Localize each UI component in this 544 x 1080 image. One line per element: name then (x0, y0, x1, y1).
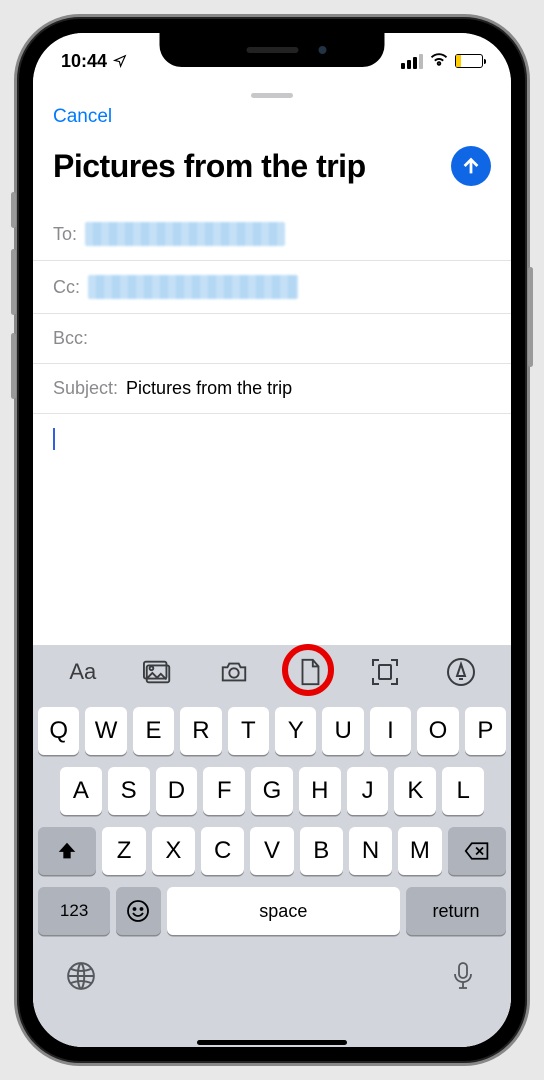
send-button[interactable] (451, 146, 491, 186)
cc-value-redacted (88, 275, 298, 299)
to-value-redacted (85, 222, 285, 246)
notch (160, 33, 385, 67)
photos-button[interactable] (132, 650, 184, 694)
key-e[interactable]: E (133, 707, 174, 755)
key-f[interactable]: F (203, 767, 245, 815)
key-h[interactable]: H (299, 767, 341, 815)
key-v[interactable]: V (250, 827, 293, 875)
status-time: 10:44 (61, 51, 107, 72)
space-key[interactable]: space (167, 887, 400, 935)
mute-switch (11, 192, 16, 228)
cc-field[interactable]: Cc: (33, 261, 511, 314)
subject-label: Subject: (53, 378, 118, 399)
battery-icon (455, 54, 483, 68)
key-s[interactable]: S (108, 767, 150, 815)
keyboard-row-2: A S D F G H J K L (38, 767, 506, 815)
return-key[interactable]: return (406, 887, 506, 935)
key-c[interactable]: C (201, 827, 244, 875)
compose-title: Pictures from the trip (53, 148, 366, 185)
to-field[interactable]: To: (33, 208, 511, 261)
cc-label: Cc: (53, 277, 80, 298)
key-n[interactable]: N (349, 827, 392, 875)
keyboard-bottom-row (38, 947, 506, 1009)
to-label: To: (53, 224, 77, 245)
phone-frame: 10:44 Cancel Pictures from the trip (14, 14, 530, 1066)
dictation-key[interactable] (448, 961, 478, 996)
key-w[interactable]: W (85, 707, 126, 755)
cellular-icon (401, 54, 423, 69)
keyboard-row-3: Z X C V B N M (38, 827, 506, 875)
keyboard-row-4: 123 space return (38, 887, 506, 935)
volume-up-button (11, 249, 16, 315)
delete-key[interactable] (448, 827, 506, 875)
keyboard-accessory-bar: Aa (33, 645, 511, 699)
bcc-label: Bcc: (53, 328, 88, 349)
volume-down-button (11, 333, 16, 399)
message-body[interactable] (33, 414, 511, 464)
subject-value: Pictures from the trip (126, 378, 292, 399)
scan-document-button[interactable] (359, 650, 411, 694)
home-indicator[interactable] (197, 1040, 347, 1045)
key-k[interactable]: K (394, 767, 436, 815)
screen: 10:44 Cancel Pictures from the trip (33, 33, 511, 1047)
key-x[interactable]: X (152, 827, 195, 875)
key-g[interactable]: G (251, 767, 293, 815)
key-m[interactable]: M (398, 827, 441, 875)
key-o[interactable]: O (417, 707, 458, 755)
key-i[interactable]: I (370, 707, 411, 755)
key-b[interactable]: B (300, 827, 343, 875)
key-q[interactable]: Q (38, 707, 79, 755)
key-j[interactable]: J (347, 767, 389, 815)
key-t[interactable]: T (228, 707, 269, 755)
format-button[interactable]: Aa (57, 650, 109, 694)
key-u[interactable]: U (322, 707, 363, 755)
camera-button[interactable] (208, 650, 260, 694)
globe-key[interactable] (66, 961, 96, 996)
key-l[interactable]: L (442, 767, 484, 815)
key-r[interactable]: R (180, 707, 221, 755)
text-cursor (53, 428, 55, 450)
wifi-icon (429, 51, 449, 72)
emoji-key[interactable] (116, 887, 160, 935)
key-y[interactable]: Y (275, 707, 316, 755)
power-button (528, 267, 533, 367)
key-z[interactable]: Z (102, 827, 145, 875)
key-d[interactable]: D (156, 767, 198, 815)
key-p[interactable]: P (465, 707, 506, 755)
numeric-key[interactable]: 123 (38, 887, 110, 935)
subject-field[interactable]: Subject: Pictures from the trip (33, 364, 511, 414)
keyboard-row-1: Q W E R T Y U I O P (38, 707, 506, 755)
compose-sheet: Cancel Pictures from the trip To: Cc: Bc… (33, 93, 511, 1047)
keyboard: Q W E R T Y U I O P A S D F G H (33, 699, 511, 1047)
attach-document-button[interactable] (284, 650, 336, 694)
key-a[interactable]: A (60, 767, 102, 815)
location-icon (113, 54, 127, 68)
bcc-field[interactable]: Bcc: (33, 314, 511, 364)
shift-key[interactable] (38, 827, 96, 875)
markup-button[interactable] (435, 650, 487, 694)
cancel-button[interactable]: Cancel (53, 106, 112, 128)
